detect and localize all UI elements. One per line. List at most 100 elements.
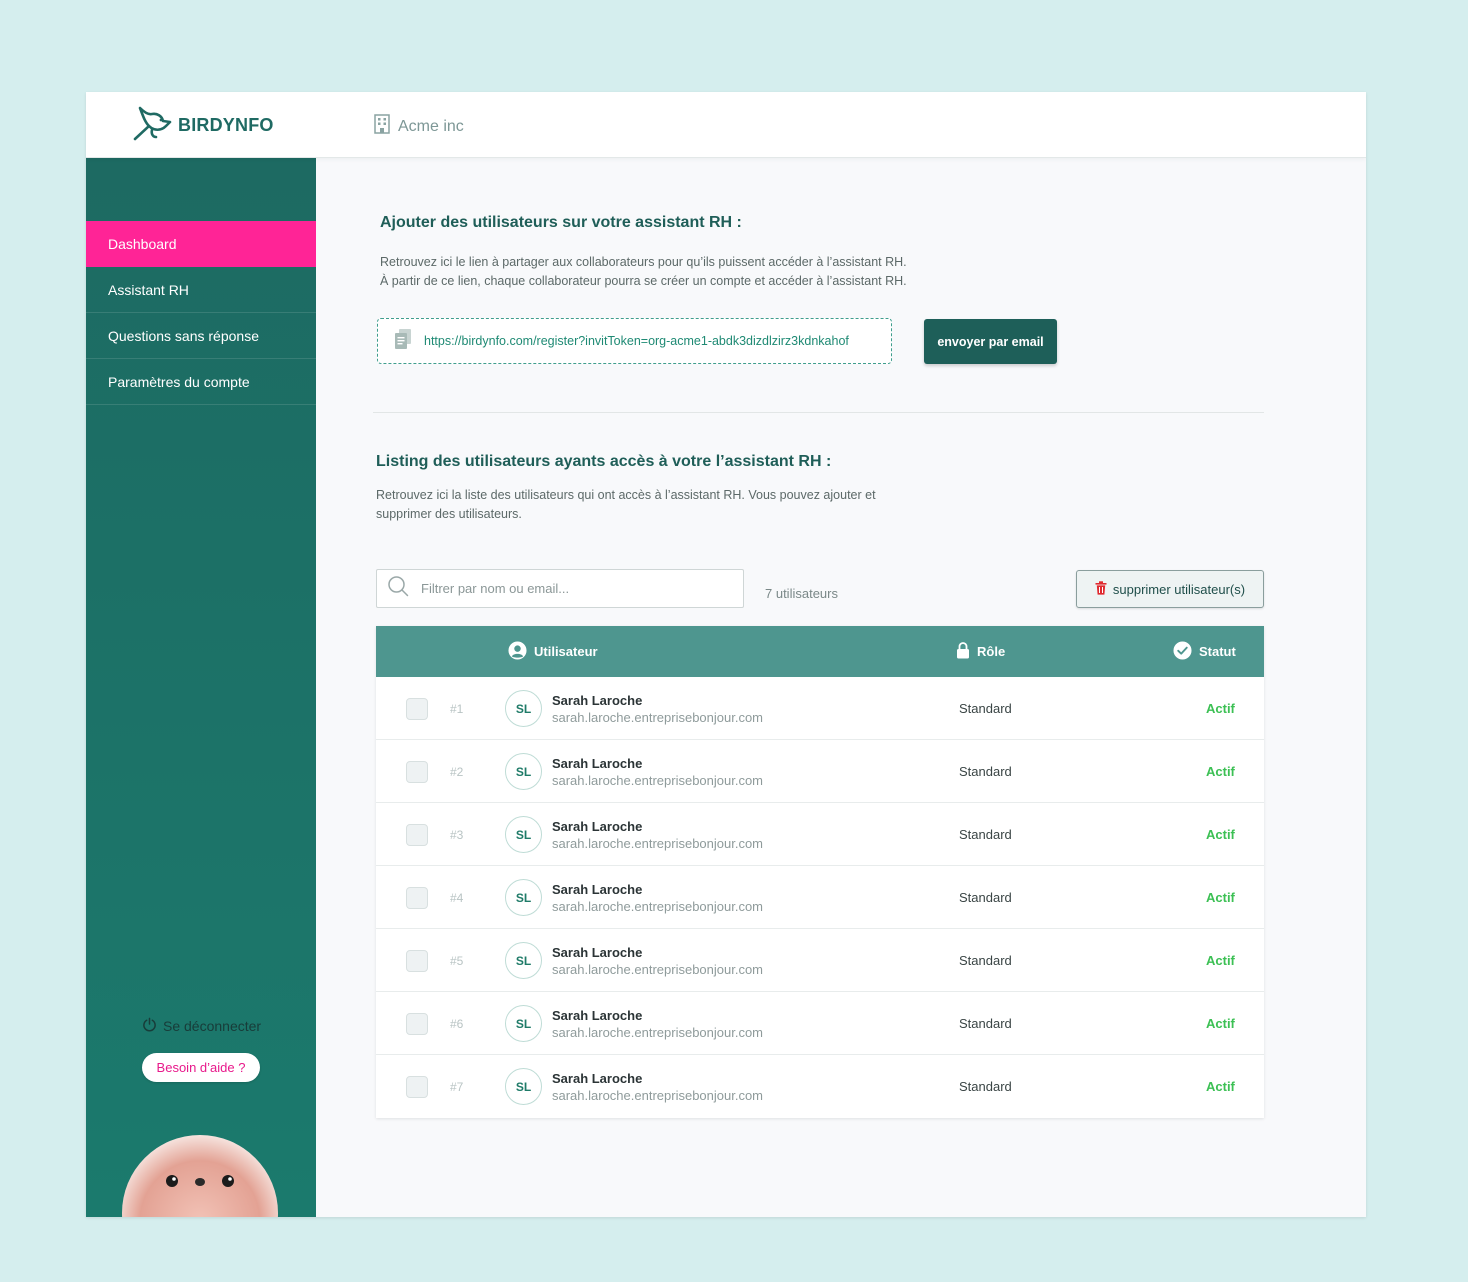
row-checkbox[interactable]	[406, 1013, 428, 1035]
delete-users-button[interactable]: supprimer utilisateur(s)	[1076, 570, 1264, 608]
avatar: SL	[505, 879, 542, 916]
delete-users-label: supprimer utilisateur(s)	[1112, 581, 1246, 597]
user-email: sarah.laroche.entreprisebonjour.com	[552, 1025, 764, 1040]
sidebar: Dashboard Assistant RH Questions sans ré…	[86, 158, 316, 1217]
status-badge: Actif	[1206, 701, 1235, 716]
column-status[interactable]: Statut	[1173, 626, 1236, 677]
send-by-email-button[interactable]: envoyer par email	[924, 319, 1057, 364]
table-row[interactable]: #5 SL Sarah Laroche sarah.laroche.entrep…	[376, 929, 1264, 992]
user-role: Standard	[959, 701, 1012, 716]
avatar: SL	[505, 690, 542, 727]
sidebar-item-account-settings[interactable]: Paramètres du compte	[86, 359, 316, 405]
avatar: SL	[505, 1005, 542, 1042]
row-checkbox[interactable]	[406, 698, 428, 720]
user-name: Sarah Laroche	[552, 1071, 643, 1086]
user-name: Sarah Laroche	[552, 1008, 643, 1023]
sidebar-item-assistant-rh[interactable]: Assistant RH	[86, 267, 316, 313]
row-checkbox[interactable]	[406, 761, 428, 783]
listing-section-title: Listing des utilisateurs ayants accès à …	[376, 453, 832, 470]
row-index: #7	[450, 1080, 464, 1094]
table-row[interactable]: #4 SL Sarah Laroche sarah.laroche.entrep…	[376, 866, 1264, 929]
table-row[interactable]: #3 SL Sarah Laroche sarah.laroche.entrep…	[376, 803, 1264, 866]
status-badge: Actif	[1206, 890, 1235, 905]
user-email: sarah.laroche.entreprisebonjour.com	[552, 899, 764, 914]
status-badge: Actif	[1206, 1016, 1235, 1031]
building-icon	[374, 114, 390, 139]
avatar: SL	[505, 816, 542, 853]
user-count: 7 utilisateurs	[765, 586, 838, 601]
user-name: Sarah Laroche	[552, 882, 643, 897]
table-row[interactable]: #7 SL Sarah Laroche sarah.laroche.entrep…	[376, 1055, 1264, 1118]
search-icon	[387, 575, 409, 602]
user-filter-search	[376, 569, 744, 608]
row-index: #2	[450, 765, 464, 779]
row-checkbox[interactable]	[406, 887, 428, 909]
trash-icon	[1095, 580, 1107, 598]
avatar: SL	[505, 753, 542, 790]
check-circle-icon	[1173, 640, 1192, 663]
column-role-label: Rôle	[977, 644, 1006, 659]
org-label: Acme inc	[398, 117, 464, 135]
user-role: Standard	[959, 890, 1012, 905]
table-row[interactable]: #6 SL Sarah Laroche sarah.laroche.entrep…	[376, 992, 1264, 1055]
invite-section-title: Ajouter des utilisateurs sur votre assis…	[380, 214, 742, 231]
user-role: Standard	[959, 764, 1012, 779]
row-index: #1	[450, 702, 464, 716]
power-icon	[142, 1017, 157, 1035]
sidebar-item-unanswered-questions[interactable]: Questions sans réponse	[86, 313, 316, 359]
user-role: Standard	[959, 1079, 1012, 1094]
sidebar-item-label: Dashboard	[108, 236, 177, 252]
user-email: sarah.laroche.entreprisebonjour.com	[552, 773, 764, 788]
invite-link-url[interactable]: https://birdynfo.com/register?invitToken…	[424, 334, 849, 348]
logout-label: Se déconnecter	[163, 1018, 262, 1034]
row-checkbox[interactable]	[406, 1076, 428, 1098]
row-index: #3	[450, 828, 464, 842]
row-index: #4	[450, 891, 464, 905]
user-name: Sarah Laroche	[552, 693, 643, 708]
brand-logo[interactable]: BIRDYNFO	[132, 106, 274, 144]
table-body: #1 SL Sarah Laroche sarah.laroche.entrep…	[376, 677, 1264, 1118]
sidebar-item-label: Paramètres du compte	[108, 373, 250, 390]
invite-description-line-2: À partir de ce lien, chaque collaborateu…	[380, 274, 907, 288]
user-role: Standard	[959, 1016, 1012, 1031]
row-checkbox[interactable]	[406, 824, 428, 846]
column-user[interactable]: Utilisateur	[508, 626, 598, 677]
brand-name: BIRDYNFO	[178, 114, 274, 135]
user-email: sarah.laroche.entreprisebonjour.com	[552, 836, 764, 851]
user-name: Sarah Laroche	[552, 945, 643, 960]
avatar: SL	[505, 1068, 542, 1105]
table-row[interactable]: #2 SL Sarah Laroche sarah.laroche.entrep…	[376, 740, 1264, 803]
status-badge: Actif	[1206, 764, 1235, 779]
table-header: Utilisateur Rôle Statut	[376, 626, 1264, 677]
bird-logo-icon	[132, 104, 172, 147]
user-circle-icon	[508, 640, 527, 663]
column-role[interactable]: Rôle	[956, 626, 1005, 677]
user-email: sarah.laroche.entreprisebonjour.com	[552, 962, 764, 977]
user-role: Standard	[959, 827, 1012, 842]
avatar: SL	[505, 942, 542, 979]
users-table: Utilisateur Rôle Statut #1 SL Sarah Laro…	[376, 626, 1264, 1118]
row-index: #5	[450, 954, 464, 968]
column-user-label: Utilisateur	[534, 644, 598, 659]
user-role: Standard	[959, 953, 1012, 968]
listing-description-line-2: supprimer des utilisateurs.	[376, 507, 522, 521]
listing-description-line-1: Retrouvez ici la liste des utilisateurs …	[376, 488, 876, 502]
help-button[interactable]: Besoin d’aide ?	[142, 1053, 260, 1082]
sidebar-item-dashboard[interactable]: Dashboard	[86, 221, 316, 267]
lock-icon	[956, 641, 970, 662]
row-checkbox[interactable]	[406, 950, 428, 972]
organization-name: Acme inc	[374, 114, 464, 139]
sidebar-item-label: Assistant RH	[108, 281, 189, 298]
invite-link-box[interactable]: https://birdynfo.com/register?invitToken…	[377, 318, 892, 364]
table-row[interactable]: #1 SL Sarah Laroche sarah.laroche.entrep…	[376, 677, 1264, 740]
logout-button[interactable]: Se déconnecter	[142, 1017, 261, 1035]
app-window: BIRDYNFO Acme inc Dashboard Assistant RH…	[86, 92, 1366, 1217]
section-divider	[373, 412, 1264, 413]
main-content: Ajouter des utilisateurs sur votre assis…	[316, 158, 1366, 1217]
mascot-bird-image	[120, 1128, 290, 1217]
top-bar: BIRDYNFO Acme inc	[86, 92, 1366, 158]
search-input[interactable]	[421, 581, 721, 596]
user-email: sarah.laroche.entreprisebonjour.com	[552, 710, 764, 725]
status-badge: Actif	[1206, 1079, 1235, 1094]
status-badge: Actif	[1206, 953, 1235, 968]
